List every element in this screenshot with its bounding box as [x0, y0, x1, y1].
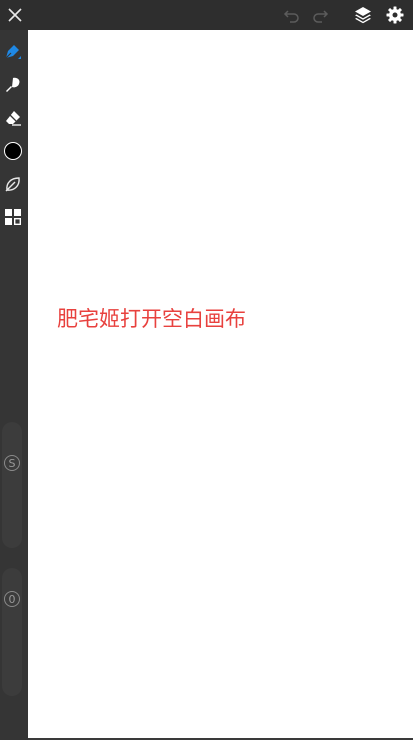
gear-icon: [386, 6, 404, 24]
settings-button[interactable]: [383, 0, 407, 30]
undo-button[interactable]: [280, 0, 304, 30]
eraser-tool-button[interactable]: [0, 105, 26, 131]
pen-icon: [5, 45, 21, 59]
brush-tool-button[interactable]: [0, 72, 26, 98]
color-swatch: [4, 142, 22, 160]
eraser-icon: [6, 111, 21, 126]
close-icon: [8, 8, 22, 22]
top-toolbar: [0, 0, 413, 30]
redo-icon: [313, 10, 329, 23]
undo-icon: [283, 10, 299, 23]
materials-grid-button[interactable]: [0, 204, 26, 230]
close-button[interactable]: [3, 0, 27, 30]
opacity-slider[interactable]: 0: [2, 568, 22, 696]
color-picker-button[interactable]: [0, 138, 26, 164]
redo-button[interactable]: [308, 0, 332, 30]
leaf-tool-button[interactable]: [0, 171, 26, 197]
brush-size-knob[interactable]: S: [4, 455, 20, 471]
canvas-status-message: 肥宅姬打开空白画布: [57, 307, 246, 331]
grid-icon: [5, 209, 21, 225]
tool-sidebar: S 0: [0, 30, 28, 740]
brush-icon: [6, 77, 20, 92]
layers-button[interactable]: [351, 0, 375, 30]
layers-icon: [355, 7, 371, 24]
pen-tool-button[interactable]: [0, 39, 26, 65]
leaf-icon: [5, 177, 20, 192]
drawing-canvas[interactable]: [28, 30, 413, 738]
brush-size-slider[interactable]: S: [2, 422, 22, 548]
opacity-knob[interactable]: 0: [4, 591, 20, 607]
